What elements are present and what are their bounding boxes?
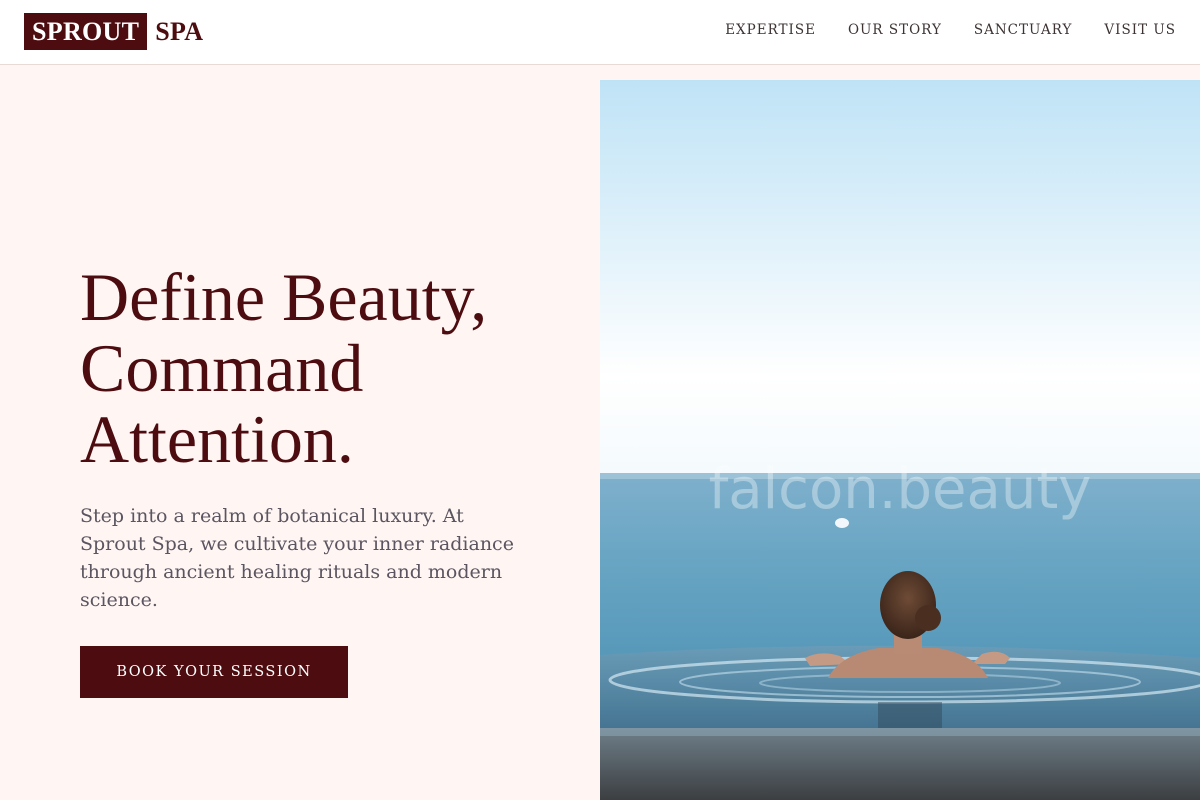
hero-title-line: Define Beauty,	[80, 259, 488, 335]
main-nav: EXPERTISE OUR STORY SANCTUARY VISIT US	[725, 22, 1176, 38]
hero-title-line: Command	[80, 330, 364, 406]
hero-image-art: falcon.beauty	[600, 80, 1200, 800]
nav-item-expertise[interactable]: EXPERTISE	[725, 22, 816, 38]
hero-title: Define Beauty, Command Attention.	[80, 262, 580, 475]
hero-image: falcon.beauty	[600, 80, 1200, 800]
site-header: SPROUT SPA EXPERTISE OUR STORY SANCTUARY…	[0, 0, 1200, 65]
hero-description: Step into a realm of botanical luxury. A…	[80, 505, 514, 611]
logo[interactable]: SPROUT SPA	[24, 13, 203, 50]
logo-box-text: SPROUT	[24, 13, 148, 50]
logo-text: SPA	[155, 16, 204, 46]
nav-item-sanctuary[interactable]: SANCTUARY	[974, 22, 1073, 38]
book-session-button[interactable]: BOOK YOUR SESSION	[80, 646, 348, 698]
image-watermark: falcon.beauty	[709, 457, 1092, 522]
hero-title-line: Attention.	[80, 401, 354, 477]
nav-item-visit-us[interactable]: VISIT US	[1104, 22, 1176, 38]
nav-item-our-story[interactable]: OUR STORY	[848, 22, 942, 38]
